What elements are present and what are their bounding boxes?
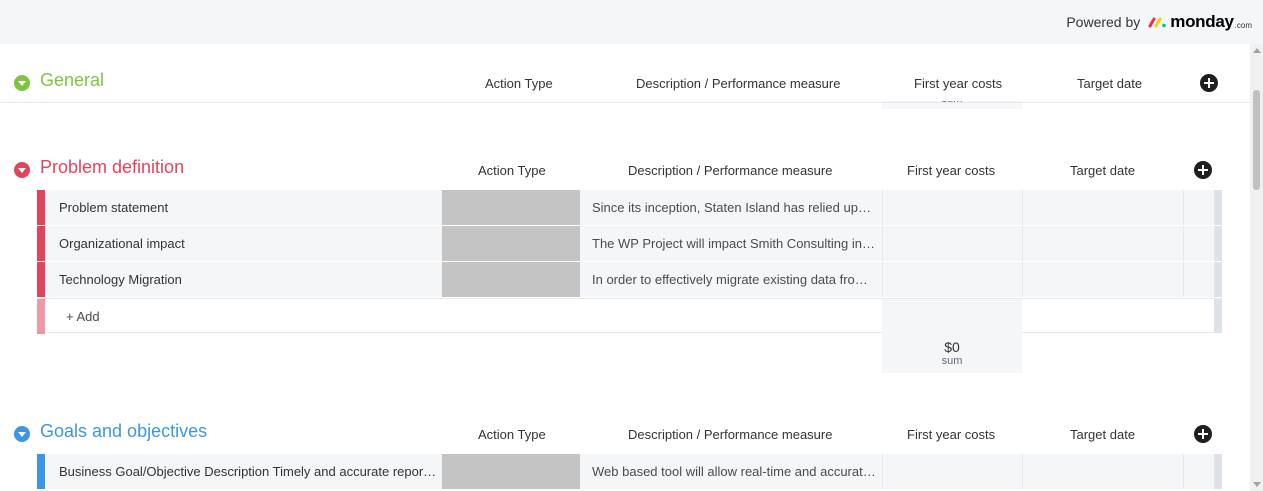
action-type-cell[interactable] [442,454,580,489]
description-cell[interactable]: The WP Project will impact Smith Consult… [592,236,877,251]
table-row[interactable]: Organizational impact The WP Project wil… [37,226,1222,261]
group-general: General Action Type Description / Perfor… [0,64,1250,100]
item-name[interactable]: Business Goal/Objective Description Time… [59,464,439,479]
logo-suffix: .com [1234,20,1252,30]
chevron-down-icon[interactable] [14,75,30,91]
logo-word: monday [1170,12,1234,31]
divider [0,102,1250,103]
group-title[interactable]: Problem definition [40,157,184,178]
row-end [1214,190,1222,225]
group-header: Problem definition Action Type Descripti… [0,151,1250,187]
plus-circle-icon[interactable] [1194,161,1212,179]
sum-label: sum [941,355,963,367]
cell-divider [882,226,883,261]
top-bar: Powered by monday .com [0,0,1263,44]
cell-divider [1183,454,1184,489]
scroll-up-arrow-icon[interactable] [1253,48,1261,53]
cell-divider [882,262,883,297]
row-color-bar [37,299,45,334]
item-name[interactable]: Technology Migration [59,272,439,287]
row-end [1214,226,1222,261]
first-year-costs-cell [882,299,1022,333]
group-problem-definition: Problem definition Action Type Descripti… [0,151,1250,187]
action-type-cell[interactable] [442,190,580,225]
cell-divider [882,190,883,225]
add-item-row[interactable]: + Add [37,298,1222,334]
row-color-bar [37,190,45,225]
row-color-bar [37,454,45,489]
row-color-bar [37,226,45,261]
row-color-bar [37,262,45,297]
description-cell[interactable]: In order to effectively migrate existing… [592,272,877,287]
table-row[interactable]: Business Goal/Objective Description Time… [37,454,1222,489]
cell-divider [1022,190,1023,225]
cell-divider [882,454,883,489]
column-header-action-type[interactable]: Action Type [478,427,546,442]
cell-divider [1022,262,1023,297]
cell-divider [1183,262,1184,297]
board: General Action Type Description / Perfor… [0,44,1250,491]
column-header-description[interactable]: Description / Performance measure [628,163,832,178]
scroll-thumb[interactable] [1253,90,1260,190]
plus-circle-icon[interactable] [1200,74,1218,92]
description-cell[interactable]: Web based tool will allow real-time and … [592,464,877,479]
group-title[interactable]: General [40,70,104,91]
column-header-first-year-costs[interactable]: First year costs [914,76,1002,91]
monday-logo: monday .com [1148,12,1252,32]
item-name[interactable]: Problem statement [59,200,439,215]
column-header-target-date[interactable]: Target date [1077,76,1142,91]
column-header-action-type[interactable]: Action Type [478,163,546,178]
chevron-down-icon[interactable] [14,426,30,442]
row-end [1214,299,1222,333]
sum-value: $0 [944,339,960,355]
vertical-scrollbar[interactable] [1250,44,1263,491]
group-header: Goals and objectives Action Type Descrip… [0,415,1250,451]
scroll-down-arrow-icon[interactable] [1253,482,1261,487]
powered-by-label: Powered by [1066,14,1141,30]
group-header: General Action Type Description / Perfor… [0,64,1250,100]
column-header-first-year-costs[interactable]: First year costs [907,163,995,178]
table-row[interactable]: Technology Migration In order to effecti… [37,262,1222,297]
row-end [1214,454,1222,489]
column-header-action-type[interactable]: Action Type [485,76,553,91]
cell-divider [1183,226,1184,261]
cell-divider [1022,454,1023,489]
cell-divider [1022,226,1023,261]
add-item-button[interactable]: + Add [66,309,100,324]
group-title[interactable]: Goals and objectives [40,421,207,442]
action-type-cell[interactable] [442,226,580,261]
action-type-cell[interactable] [442,262,580,297]
sum-cell: $0 sum [882,333,1022,373]
description-cell[interactable]: Since its inception, Staten Island has r… [592,200,877,215]
row-end [1214,262,1222,297]
column-header-description[interactable]: Description / Performance measure [636,76,840,91]
plus-circle-icon[interactable] [1194,425,1212,443]
column-header-description[interactable]: Description / Performance measure [628,427,832,442]
column-header-first-year-costs[interactable]: First year costs [907,427,995,442]
column-header-target-date[interactable]: Target date [1070,427,1135,442]
powered-by[interactable]: Powered by monday .com [1066,12,1252,32]
column-header-target-date[interactable]: Target date [1070,163,1135,178]
item-name[interactable]: Organizational impact [59,236,439,251]
group-goals-and-objectives: Goals and objectives Action Type Descrip… [0,415,1250,451]
monday-logo-icon [1148,17,1167,28]
chevron-down-icon[interactable] [14,162,30,178]
cell-divider [1183,190,1184,225]
table-row[interactable]: Problem statement Since its inception, S… [37,190,1222,225]
